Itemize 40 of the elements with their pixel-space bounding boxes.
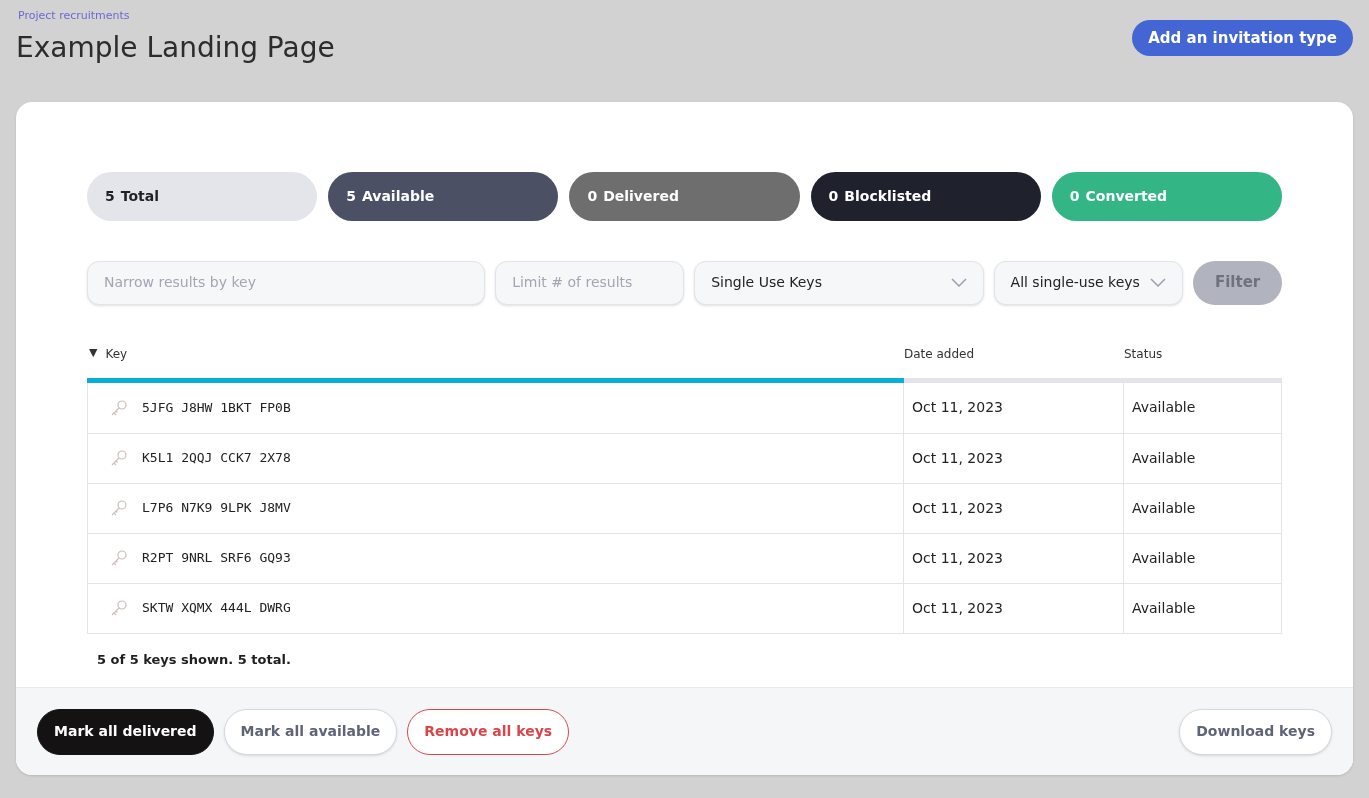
add-invitation-type-button[interactable]: Add an invitation type (1132, 20, 1353, 56)
key-search-field[interactable]: Narrow results by key (87, 260, 486, 305)
status: Available (1132, 398, 1196, 417)
key-icon (110, 549, 128, 567)
stat-pill[interactable]: 5 Total (87, 171, 318, 221)
bulk-action-button[interactable]: Mark all available (223, 708, 398, 755)
key-code: SKTW XQMX 444L DWRG (142, 599, 291, 618)
key-type-dropdown[interactable]: Single Use Keys (694, 260, 984, 305)
key-icon (110, 499, 128, 517)
column-header[interactable]: Status (1124, 344, 1282, 383)
bulk-action-button[interactable]: Remove all keys (407, 708, 570, 755)
key-code: 5JFG J8HW 1BKT FP0B (142, 398, 291, 417)
status: Available (1132, 548, 1196, 568)
key-icon (110, 599, 128, 617)
key-code: R2PT 9NRL SRF6 GQ93 (142, 549, 291, 568)
key-code: K5L1 2QQJ CCK7 2X78 (142, 449, 291, 468)
keys-summary: 5 of 5 keys shown. 5 total. (97, 650, 292, 669)
date-added: Oct 11, 2023 (912, 448, 1003, 468)
download-keys-button[interactable]: Download keys (1179, 708, 1332, 755)
bulk-action-button[interactable]: Mark all delivered (37, 708, 214, 755)
stat-pill[interactable]: 0 Blocklisted (810, 171, 1041, 221)
status: Available (1132, 598, 1196, 618)
chevron-down-icon (1150, 278, 1167, 287)
key-code: L7P6 N7K9 9LPK J8MV (142, 499, 291, 518)
date-added: Oct 11, 2023 (912, 598, 1003, 618)
status: Available (1132, 498, 1196, 518)
column-header[interactable]: Date added (904, 344, 1124, 383)
key-scope-dropdown[interactable]: All single-use keys (993, 260, 1184, 305)
date-added: Oct 11, 2023 (912, 498, 1003, 518)
status: Available (1132, 448, 1196, 468)
stat-pill[interactable]: 0 Delivered (569, 171, 800, 221)
key-icon (110, 449, 128, 467)
date-added: Oct 11, 2023 (912, 548, 1003, 568)
stat-pill[interactable]: 5 Available (328, 171, 559, 221)
page-title: Example Landing Page (16, 29, 335, 66)
column-header[interactable]: ▼ Key (87, 344, 904, 383)
key-icon (110, 398, 128, 417)
chevron-down-icon (950, 278, 967, 287)
date-added: Oct 11, 2023 (912, 398, 1003, 417)
limit-field[interactable]: Limit # of results (495, 260, 685, 305)
